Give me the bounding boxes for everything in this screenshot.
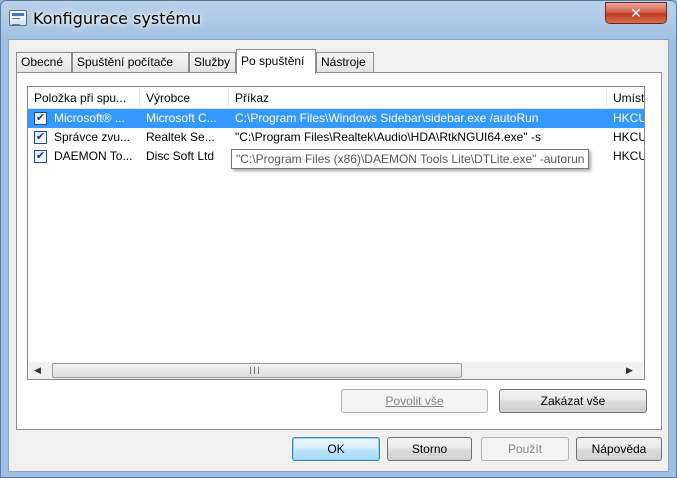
tab-services[interactable]: Služby — [189, 52, 236, 73]
enable-all-button[interactable]: Povolit vše — [341, 389, 488, 413]
column-header-command[interactable]: Příkaz — [229, 87, 606, 109]
command-cell: C:\Program Files\Windows Sidebar\sidebar… — [235, 111, 539, 125]
location-cell: HKCU — [613, 111, 645, 125]
vendor-cell: Microsoft C... — [146, 111, 217, 125]
tab-general[interactable]: Obecné — [16, 52, 72, 73]
scroll-right-arrow-icon[interactable]: ▶ — [621, 362, 638, 379]
row-checkbox[interactable]: ✔ — [34, 150, 47, 163]
window-title: Konfigurace systému — [33, 9, 202, 28]
apply-button[interactable]: Použít — [481, 437, 569, 461]
tab-tools[interactable]: Nástroje — [316, 52, 374, 73]
ok-button[interactable]: OK — [292, 437, 380, 461]
msconfig-app-icon — [9, 10, 27, 26]
dialog-client-area: Obecné Spuštění počítače Služby Po spušt… — [8, 39, 669, 472]
disable-all-button[interactable]: Zakázat vše — [499, 389, 647, 413]
grip-icon — [250, 367, 259, 374]
table-row[interactable]: ✔ Správce zvu... Realtek Se... "C:\Progr… — [28, 128, 644, 147]
column-header-location[interactable]: Umíst — [607, 87, 644, 109]
row-checkbox[interactable]: ✔ — [34, 131, 47, 144]
column-header-row: Položka při spu... Výrobce Příkaz Umíst — [28, 87, 644, 109]
location-cell: HKCU — [613, 149, 645, 163]
title-bar[interactable]: Konfigurace systému ✕ — [1, 1, 676, 39]
table-row[interactable]: ✔ Microsoft® ... Microsoft C... C:\Progr… — [28, 109, 644, 128]
startup-items-list[interactable]: Položka při spu... Výrobce Příkaz Umíst … — [27, 86, 645, 380]
row-checkbox[interactable]: ✔ — [34, 112, 47, 125]
system-configuration-window: Konfigurace systému ✕ Obecné Spuštění po… — [0, 0, 677, 478]
disable-all-label: Zakázat vše — [540, 394, 606, 408]
item-cell: Správce zvu... — [54, 130, 131, 144]
help-button[interactable]: Nápověda — [576, 437, 662, 461]
enable-all-label: Povolit vše — [385, 394, 444, 408]
close-button[interactable]: ✕ — [605, 2, 667, 24]
tab-startup[interactable]: Po spuštění — [236, 49, 316, 74]
item-cell: Microsoft® ... — [54, 111, 125, 125]
tab-boot[interactable]: Spuštění počítače — [72, 52, 189, 73]
vendor-cell: Realtek Se... — [146, 130, 215, 144]
location-cell: HKCU — [613, 130, 645, 144]
horizontal-scrollbar[interactable]: ◀ ▶ — [29, 362, 643, 379]
command-cell: "C:\Program Files\Realtek\Audio\HDA\RtkN… — [235, 130, 541, 144]
item-cell: DAEMON To... — [54, 149, 133, 163]
scrollbar-thumb[interactable] — [52, 363, 462, 378]
column-header-item[interactable]: Položka při spu... — [28, 87, 139, 109]
scroll-left-arrow-icon[interactable]: ◀ — [29, 362, 46, 379]
column-header-vendor[interactable]: Výrobce — [140, 87, 228, 109]
vendor-cell: Disc Soft Ltd — [146, 149, 215, 163]
command-tooltip: "C:\Program Files (x86)\DAEMON Tools Lit… — [231, 149, 590, 169]
cancel-button[interactable]: Storno — [387, 437, 472, 461]
